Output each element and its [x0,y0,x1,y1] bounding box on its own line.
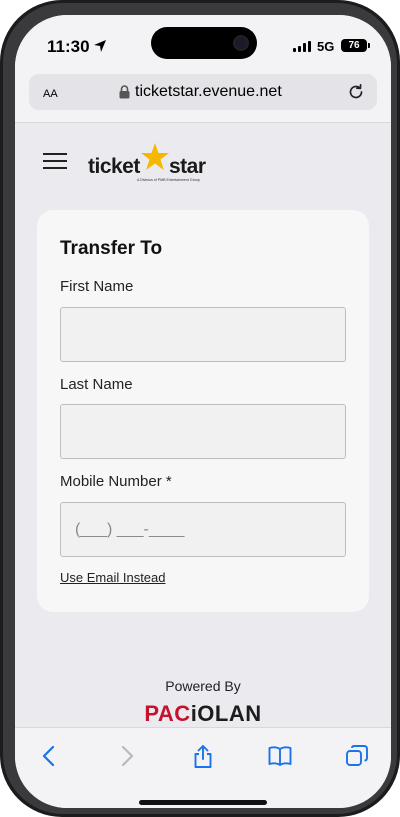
last-name-label: Last Name [60,376,133,393]
brand-red-text: PAC [144,701,191,726]
back-arrow-icon[interactable] [37,744,63,768]
powered-by-text: Powered By [165,678,241,694]
paciolan-logo[interactable]: PACiOLAN [15,701,391,727]
web-page: ticket star A Division of PMB Entertainm… [15,123,391,727]
bookmarks-icon[interactable] [267,744,293,768]
location-arrow-icon [94,40,106,52]
safari-toolbar [15,727,391,808]
tabs-icon[interactable] [344,744,370,768]
home-indicator [139,800,267,805]
battery-tip [368,43,370,48]
ticketstar-logo[interactable]: ticket star A Division of PMB Entertainm… [87,141,207,185]
phone-bezel: 11:30 5G 76 AA ticketstar.evenue.net tic… [3,3,397,814]
camera-icon [233,35,249,51]
svg-text:A Division of PMB Entertainmen: A Division of PMB Entertainment Group [137,178,200,182]
phone-frame: 11:30 5G 76 AA ticketstar.evenue.net tic… [0,0,400,817]
text-size-button[interactable]: AA [43,84,58,101]
form-title: Transfer To [60,238,163,259]
browser-address-area: AA ticketstar.evenue.net [15,71,391,123]
battery-icon: 76 [341,39,367,52]
reload-icon[interactable] [347,83,365,101]
share-icon[interactable] [190,744,216,768]
text-size-label: AA [43,88,58,100]
brand-dark-text: iOLAN [190,701,262,726]
hamburger-menu-icon[interactable] [43,153,67,171]
status-bar: 11:30 5G 76 [15,15,391,71]
lock-icon [119,85,130,99]
mobile-number-input[interactable] [60,502,346,557]
status-time: 11:30 [47,37,90,56]
phone-screen: 11:30 5G 76 AA ticketstar.evenue.net tic… [15,15,391,808]
svg-text:star: star [169,155,206,178]
url-text[interactable]: ticketstar.evenue.net [135,83,282,101]
forward-arrow-icon[interactable] [113,744,139,768]
network-type: 5G [317,39,335,54]
battery-level: 76 [348,40,360,51]
transfer-form-card: Transfer To First Name Last Name Mobile … [37,210,369,612]
first-name-input[interactable] [60,307,346,362]
first-name-label: First Name [60,278,134,295]
use-email-link[interactable]: Use Email Instead [60,570,166,585]
last-name-input[interactable] [60,404,346,459]
mobile-number-label: Mobile Number * [60,473,172,490]
address-bar[interactable]: AA ticketstar.evenue.net [29,74,377,110]
svg-text:ticket: ticket [88,155,140,178]
